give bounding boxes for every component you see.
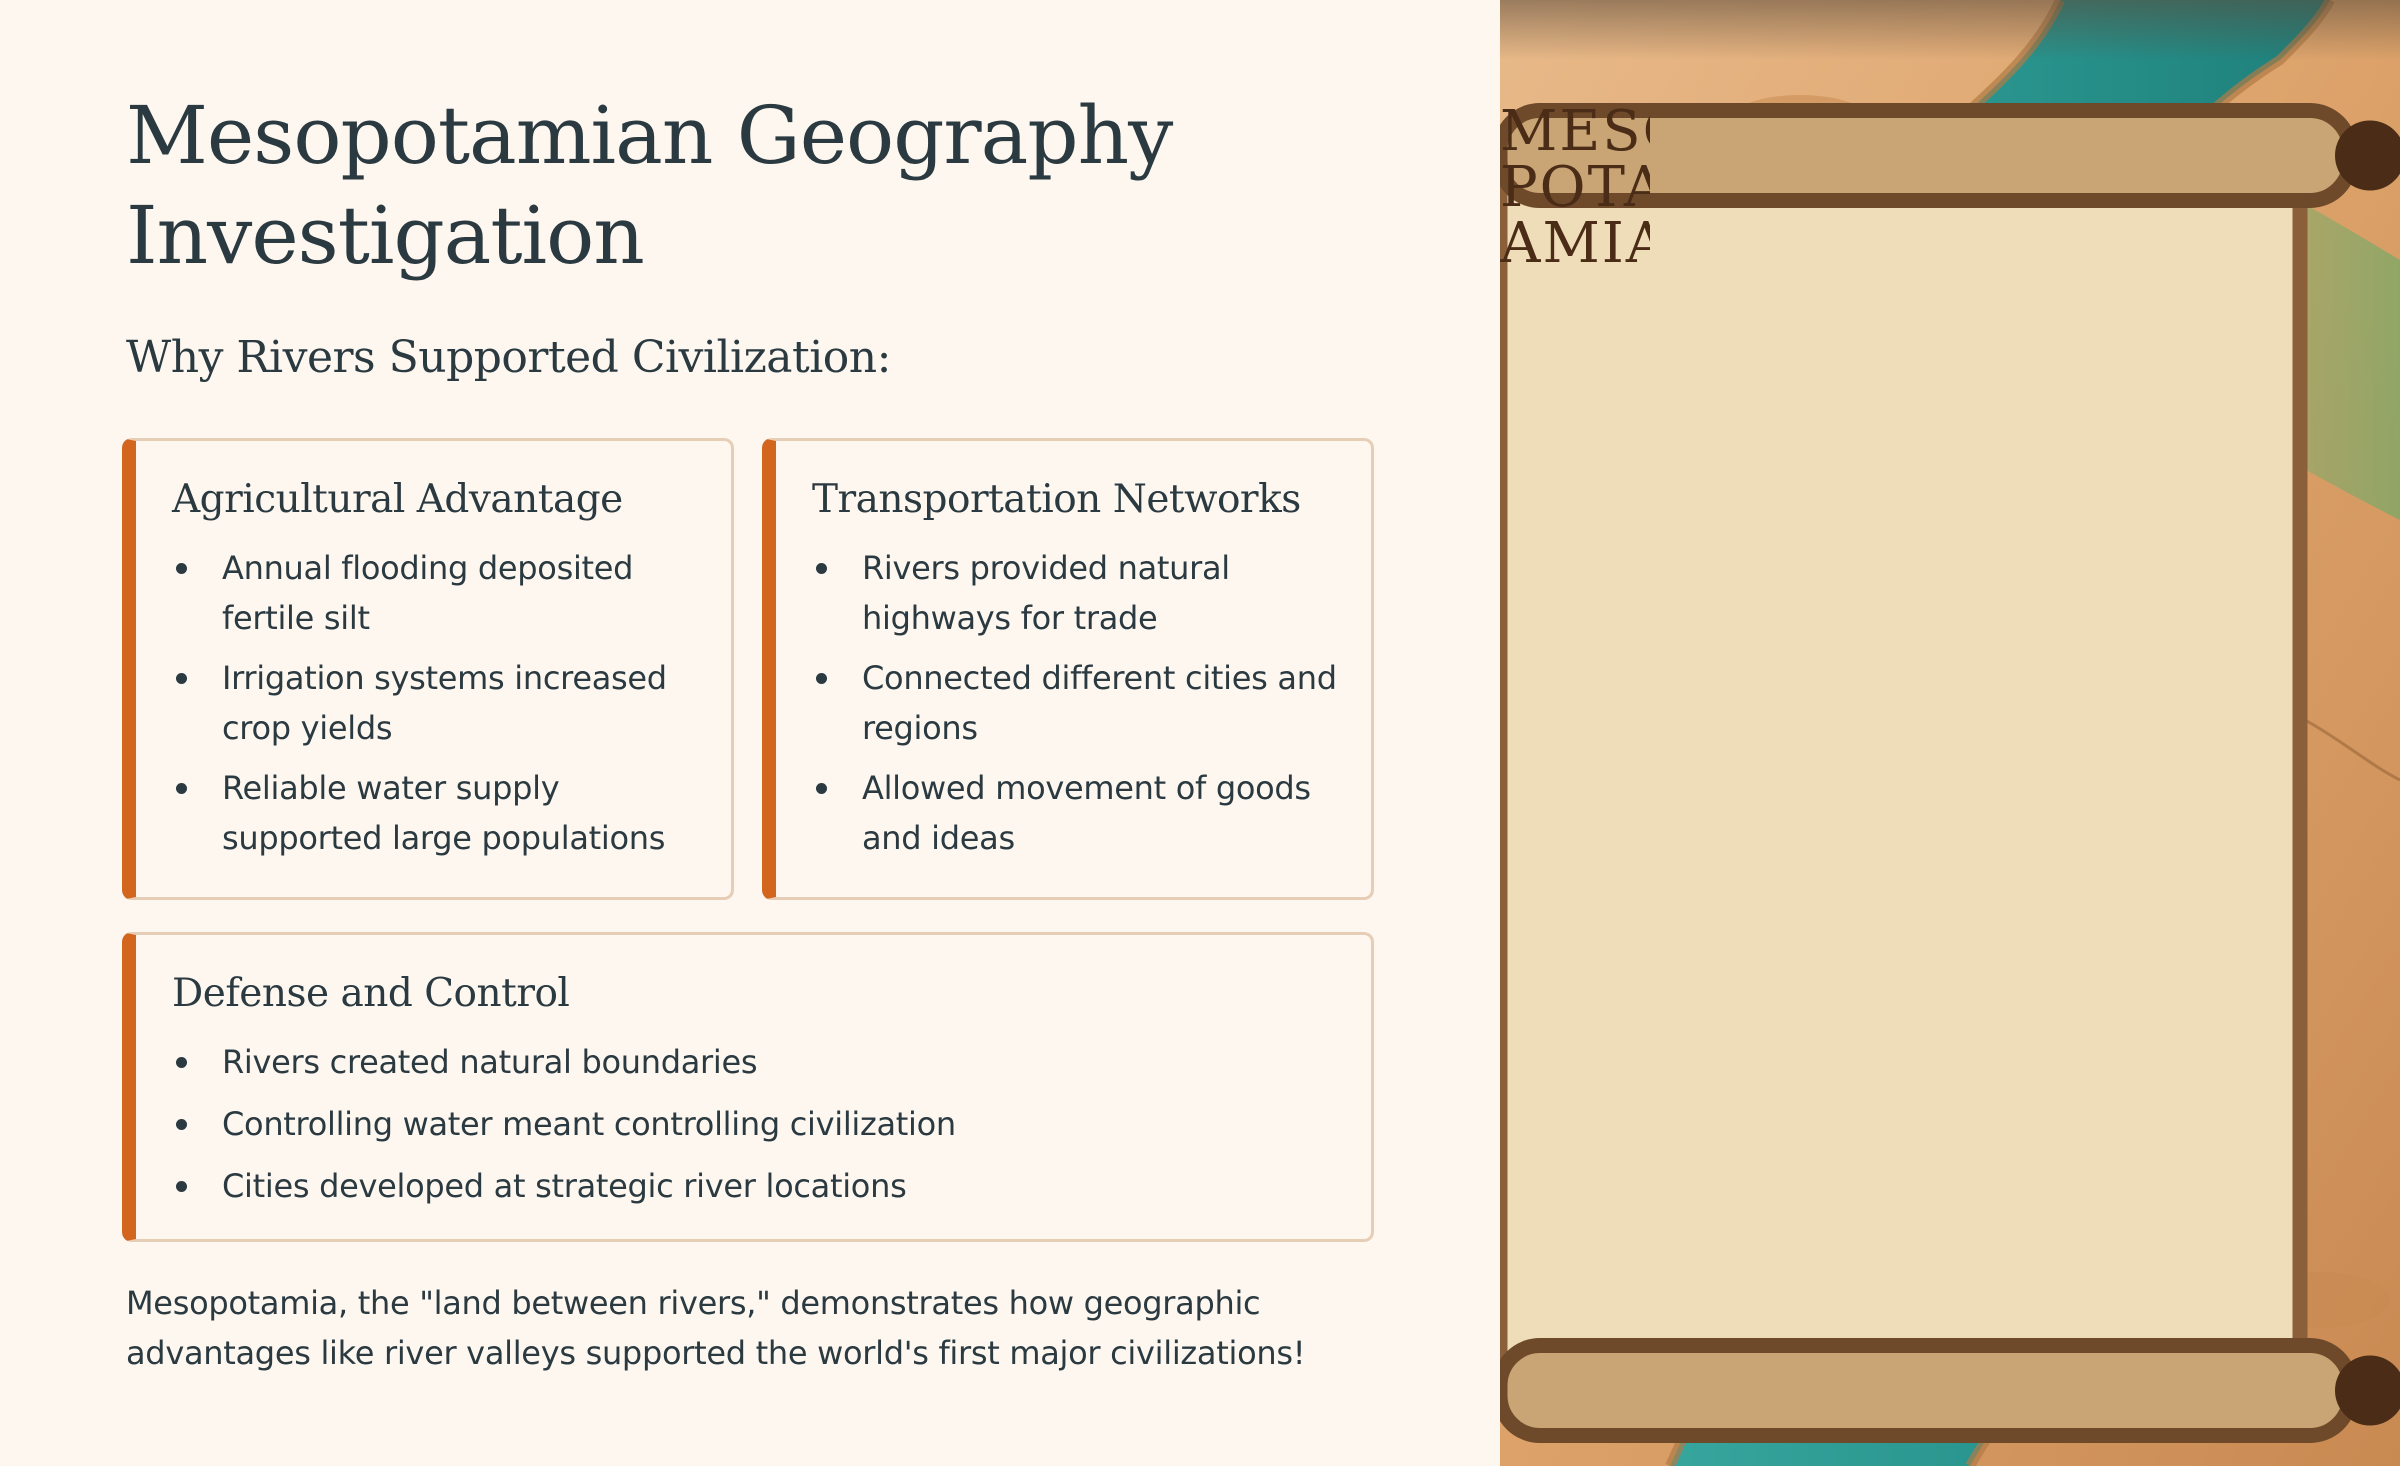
list-item: Rivers created natural boundaries [172, 1037, 1337, 1087]
list-item: Allowed movement of goods and ideas [812, 763, 1337, 863]
list-item-text: Allowed movement of goods and ideas [862, 769, 1311, 857]
card-agricultural-advantage: Agricultural Advantage Annual flooding d… [122, 438, 734, 900]
bullet-icon [176, 1119, 187, 1130]
list-item: Connected different cities and regions [812, 653, 1337, 753]
list-item-text: Rivers provided natural highways for tra… [862, 549, 1230, 637]
list-item: Reliable water supply supported large po… [172, 763, 697, 863]
scroll-text-line: MESO [1500, 104, 1650, 160]
list-item: Controlling water meant controlling civi… [172, 1099, 1337, 1149]
content-panel: Mesopotamian Geography Investigation Why… [0, 0, 1500, 1466]
list-item: Annual flooding deposited fertile silt [172, 543, 697, 643]
card-title: Agricultural Advantage [172, 477, 623, 522]
bullet-icon [816, 783, 827, 794]
river-map-illustration: MESO POTA AMIA [1500, 0, 2400, 1466]
scroll-text-line: POTA [1500, 160, 1650, 216]
scroll-banner: MESO POTA AMIA [1500, 40, 2400, 1443]
section-subtitle: Why Rivers Supported Civilization: [126, 332, 891, 383]
card-title: Defense and Control [172, 971, 570, 1016]
list-item-text: Controlling water meant controlling civi… [222, 1105, 956, 1143]
conclusion-text: Mesopotamia, the "land between rivers," … [126, 1284, 1306, 1372]
card-list: Rivers created natural boundaries Contro… [172, 1037, 1337, 1211]
list-item: Cities developed at strategic river loca… [172, 1161, 1337, 1211]
bullet-icon [176, 783, 187, 794]
list-item-text: Connected different cities and regions [862, 659, 1337, 747]
bullet-icon [176, 673, 187, 684]
card-defense-and-control: Defense and Control Rivers created natur… [122, 932, 1374, 1242]
bullet-icon [816, 563, 827, 574]
list-item: Irrigation systems increased crop yields [172, 653, 697, 753]
bullet-icon [176, 563, 187, 574]
list-item-text: Annual flooding deposited fertile silt [222, 549, 634, 637]
scroll-text-line: AMIA [1500, 216, 1650, 272]
list-item-text: Irrigation systems increased crop yields [222, 659, 667, 747]
page-title: Mesopotamian Geography Investigation [126, 89, 1173, 282]
card-transportation-networks: Transportation Networks Rivers provided … [762, 438, 1374, 900]
list-item: Rivers provided natural highways for tra… [812, 543, 1337, 643]
list-item-text: Reliable water supply supported large po… [222, 769, 666, 857]
card-title: Transportation Networks [812, 477, 1301, 522]
list-item-text: Rivers created natural boundaries [222, 1043, 758, 1081]
bullet-icon [176, 1181, 187, 1192]
bullet-icon [816, 673, 827, 684]
card-list: Annual flooding deposited fertile silt I… [172, 543, 697, 863]
list-item-text: Cities developed at strategic river loca… [222, 1167, 907, 1205]
card-list: Rivers provided natural highways for tra… [812, 543, 1337, 863]
bullet-icon [176, 1057, 187, 1068]
